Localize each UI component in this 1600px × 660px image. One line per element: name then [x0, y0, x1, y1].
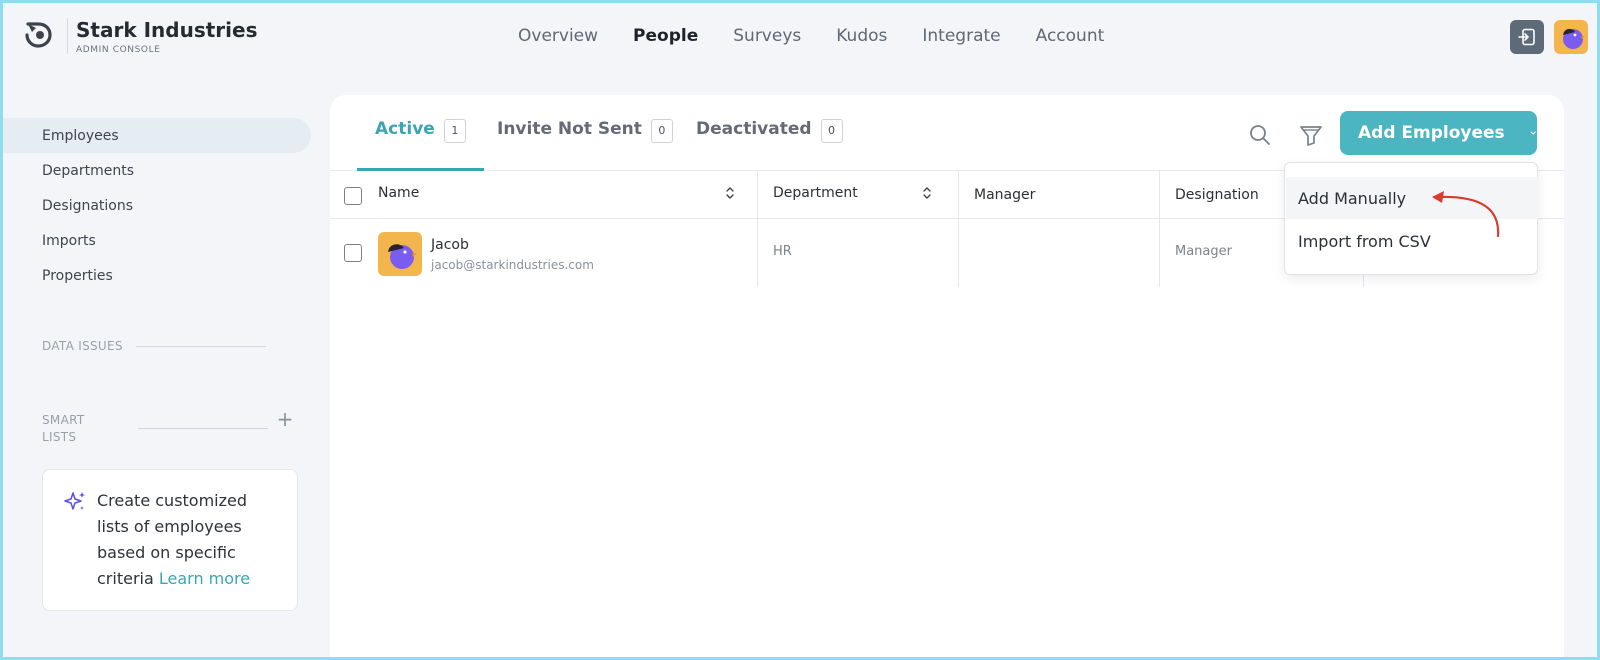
sidebar-item-designations[interactable]: Designations	[0, 188, 311, 223]
employee-department: HR	[773, 244, 792, 259]
smart-lists-heading: SMART LISTS	[42, 413, 85, 444]
tab-invite-not-sent-label: Invite Not Sent	[497, 119, 642, 139]
employee-name[interactable]: Jacob	[431, 237, 469, 253]
column-divider	[757, 219, 758, 287]
annotation-arrow-icon	[1432, 191, 1500, 238]
tab-deactivated-label: Deactivated	[696, 119, 812, 139]
tab-deactivated[interactable]: Deactivated 0	[696, 119, 843, 171]
tab-active-label: Active	[375, 119, 435, 139]
add-smart-list-button[interactable]: +	[276, 409, 294, 429]
sign-in-icon	[1518, 28, 1535, 46]
sort-icon[interactable]	[922, 185, 932, 201]
nav-surveys[interactable]: Surveys	[733, 26, 801, 46]
employee-designation: Manager	[1175, 244, 1232, 259]
nav-people[interactable]: People	[633, 26, 698, 46]
employee-email: jacob@starkindustries.com	[431, 258, 594, 272]
nav-account[interactable]: Account	[1036, 26, 1105, 46]
employee-avatar	[378, 232, 422, 276]
tab-invite-not-sent-count: 0	[650, 119, 673, 143]
search-icon[interactable]	[1246, 121, 1274, 149]
sign-in-button[interactable]	[1510, 20, 1544, 54]
row-checkbox[interactable]	[344, 244, 362, 262]
tab-active-count: 1	[443, 119, 466, 143]
employee-status-tabs: Active 1 Invite Not Sent 0 Deactivated 0…	[330, 95, 1564, 171]
filter-icon[interactable]	[1297, 121, 1325, 149]
column-divider	[1159, 219, 1160, 287]
sparkles-icon	[64, 492, 85, 510]
smart-lists-divider	[138, 428, 268, 429]
column-manager: Manager	[974, 187, 1036, 203]
column-divider	[958, 171, 959, 219]
column-divider	[757, 171, 758, 219]
sidebar-item-employees[interactable]: Employees	[0, 118, 311, 153]
data-issues-heading: DATA ISSUES	[42, 339, 123, 353]
nav-overview[interactable]: Overview	[518, 26, 598, 46]
add-employees-button[interactable]: Add Employees	[1340, 111, 1537, 155]
chevron-down-icon	[1530, 131, 1536, 135]
sidebar-item-properties[interactable]: Properties	[0, 258, 311, 293]
column-name[interactable]: Name	[378, 185, 419, 201]
bird-avatar-icon	[1563, 28, 1585, 49]
logo-icon	[25, 22, 52, 48]
add-employees-label: Add Employees	[1358, 123, 1505, 143]
promo-text: Create customized lists of employees bas…	[97, 488, 279, 592]
top-header: Stark Industries ADMIN CONSOLE Overview …	[0, 0, 1600, 80]
nav-integrate[interactable]: Integrate	[922, 26, 1000, 46]
tab-invite-not-sent[interactable]: Invite Not Sent 0	[497, 119, 673, 171]
column-department[interactable]: Department	[773, 185, 858, 201]
tab-active[interactable]: Active 1	[357, 119, 484, 171]
learn-more-link[interactable]: Learn more	[159, 569, 250, 588]
brand-name: Stark Industries	[76, 18, 258, 42]
user-avatar[interactable]	[1554, 20, 1588, 54]
brand-divider	[67, 18, 68, 54]
sidebar-item-departments[interactable]: Departments	[0, 153, 311, 188]
column-designation: Designation	[1175, 187, 1259, 203]
sort-icon[interactable]	[725, 185, 735, 201]
brand-subtitle: ADMIN CONSOLE	[76, 45, 161, 55]
bird-avatar-icon	[388, 244, 417, 269]
nav-kudos[interactable]: Kudos	[836, 26, 887, 46]
sidebar-item-imports[interactable]: Imports	[0, 223, 311, 258]
smart-lists-promo-card: Create customized lists of employees bas…	[42, 469, 298, 611]
column-divider	[958, 219, 959, 287]
column-divider	[1159, 171, 1160, 219]
top-nav: Overview People Surveys Kudos Integrate …	[518, 26, 1104, 46]
tab-deactivated-count: 0	[820, 119, 843, 143]
data-issues-divider	[136, 346, 266, 347]
select-all-checkbox[interactable]	[344, 187, 362, 205]
